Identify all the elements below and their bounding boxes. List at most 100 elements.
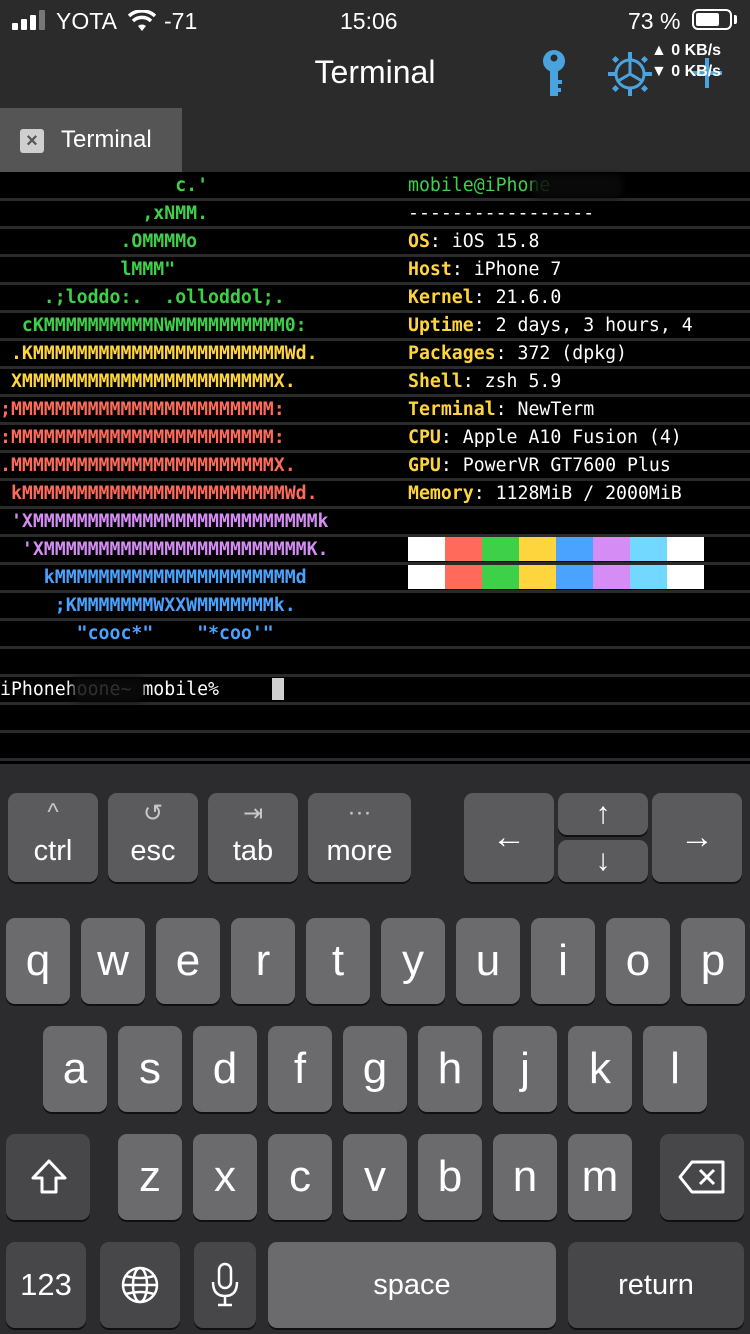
key-l[interactable]: l: [643, 1026, 707, 1112]
globe-icon: [121, 1266, 159, 1304]
redaction-blur: [72, 678, 144, 702]
key-u[interactable]: u: [456, 918, 520, 1004]
key-o[interactable]: o: [606, 918, 670, 1004]
space-key[interactable]: space: [268, 1242, 556, 1328]
info-key: Packages: [408, 343, 496, 364]
upload-speed: ▲ 0 KB/s: [651, 42, 722, 59]
ascii-logo-line: c.': [0, 175, 209, 196]
close-icon[interactable]: ×: [20, 129, 44, 153]
key-r[interactable]: r: [231, 918, 295, 1004]
key-e[interactable]: e: [156, 918, 220, 1004]
ctrl-key[interactable]: ^ ctrl: [8, 793, 98, 882]
delete-key[interactable]: [660, 1134, 744, 1220]
ellipsis-icon: ···: [347, 799, 372, 826]
return-key[interactable]: return: [568, 1242, 744, 1328]
ascii-logo-line: .;loddo:. .olloddol;.: [0, 287, 285, 308]
battery-percent: 73 %: [628, 8, 681, 34]
color-swatch: [408, 565, 445, 589]
ascii-logo-line: kMMMMMMMMMMMMMMMMMMMMMMMMWd.: [0, 483, 318, 504]
info-line: Host: iPhone 7: [408, 256, 561, 284]
tab-key[interactable]: ⇥ tab: [208, 793, 298, 882]
key-g[interactable]: g: [343, 1026, 407, 1112]
key-z[interactable]: z: [118, 1134, 182, 1220]
color-swatch: [593, 537, 630, 561]
info-line: Packages: 372 (dpkg): [408, 340, 627, 368]
info-value: : iOS 15.8: [429, 231, 540, 252]
key-x[interactable]: x: [193, 1134, 257, 1220]
dictation-key[interactable]: [194, 1242, 256, 1328]
separator-line: -----------------: [408, 203, 595, 224]
color-swatch: [482, 565, 519, 589]
info-value: : 1128MiB / 2000MiB: [473, 483, 682, 504]
key-d[interactable]: d: [193, 1026, 257, 1112]
gear-icon[interactable]: [606, 50, 654, 98]
key-icon[interactable]: [538, 48, 570, 100]
key-y[interactable]: y: [381, 918, 445, 1004]
ascii-logo-line: .OMMMMo: [0, 231, 198, 252]
info-key: Terminal: [408, 399, 496, 420]
key-i[interactable]: i: [531, 918, 595, 1004]
info-line: GPU: PowerVR GT7600 Plus: [408, 452, 671, 480]
color-swatch: [593, 565, 630, 589]
tab-strip: × Terminal: [0, 108, 750, 172]
info-key: Shell: [408, 371, 463, 392]
key-j[interactable]: j: [493, 1026, 557, 1112]
network-speed: ▲ 0 KB/s ▼ 0 KB/s: [651, 40, 721, 82]
down-arrow-key[interactable]: ↓: [558, 840, 648, 882]
shift-key[interactable]: [6, 1134, 90, 1220]
info-line: Memory: 1128MiB / 2000MiB: [408, 480, 682, 508]
download-speed: ▼ 0 KB/s: [651, 63, 722, 80]
terminal-output[interactable]: c.' ,xNMM. .OMMMMo lMMM" .;loddo:. .ollo…: [0, 172, 750, 764]
info-key: Host: [408, 259, 452, 280]
info-key: Kernel: [408, 287, 474, 308]
carrier-name: YOTA: [56, 8, 117, 34]
key-w[interactable]: w: [81, 918, 145, 1004]
ascii-logo-line: "cooc*" "*coo'": [0, 623, 274, 644]
tab-terminal[interactable]: × Terminal: [0, 108, 182, 172]
key-c[interactable]: c: [268, 1134, 332, 1220]
key-n[interactable]: n: [493, 1134, 557, 1220]
color-swatch: [519, 537, 556, 561]
up-arrow-key[interactable]: ↑: [558, 793, 648, 835]
key-v[interactable]: v: [343, 1134, 407, 1220]
key-k[interactable]: k: [568, 1026, 632, 1112]
key-m[interactable]: m: [568, 1134, 632, 1220]
globe-key[interactable]: [100, 1242, 180, 1328]
key-b[interactable]: b: [418, 1134, 482, 1220]
clock: 15:06: [340, 8, 398, 34]
ascii-logo-line: .MMMMMMMMMMMMMMMMMMMMMMMMX.: [0, 455, 296, 476]
key-t[interactable]: t: [306, 918, 370, 1004]
left-arrow-key[interactable]: ←: [464, 793, 554, 882]
keyboard: ^ ctrl ↺ esc ⇥ tab ··· more ← ↑ ↓ → qwer…: [0, 764, 750, 1334]
key-f[interactable]: f: [268, 1026, 332, 1112]
right-arrow-key[interactable]: →: [652, 793, 742, 882]
ascii-logo-line: .KMMMMMMMMMMMMMMMMMMMMMMMWd.: [0, 343, 318, 364]
info-line: CPU: Apple A10 Fusion (4): [408, 424, 682, 452]
color-swatch: [445, 565, 482, 589]
info-value: : iPhone 7: [451, 259, 562, 280]
info-value: : 372 (dpkg): [495, 343, 628, 364]
color-swatch: [556, 565, 593, 589]
info-line: OS: iOS 15.8: [408, 228, 539, 256]
info-value: : Apple A10 Fusion (4): [440, 427, 682, 448]
info-key: OS: [408, 231, 430, 252]
tab-arrow-icon: ⇥: [242, 800, 264, 827]
numbers-key[interactable]: 123: [6, 1242, 86, 1328]
color-swatch: [408, 537, 445, 561]
info-key: Uptime: [408, 315, 474, 336]
ascii-logo-line: ;KMMMMMMMWXXWMMMMMMMk.: [0, 595, 296, 616]
key-q[interactable]: q: [6, 918, 70, 1004]
key-h[interactable]: h: [418, 1026, 482, 1112]
ascii-logo-line: ,xNMM.: [0, 203, 209, 224]
key-a[interactable]: a: [43, 1026, 107, 1112]
text-cursor: [272, 678, 284, 700]
ascii-logo-line: 'XMMMMMMMMMMMMMMMMMMMMMMMMK.: [0, 539, 329, 560]
info-line: Uptime: 2 days, 3 hours, 4: [408, 312, 693, 340]
microphone-icon: [211, 1262, 239, 1307]
key-s[interactable]: s: [118, 1026, 182, 1112]
color-swatch: [556, 537, 593, 561]
esc-key[interactable]: ↺ esc: [108, 793, 198, 882]
more-key[interactable]: ··· more: [308, 793, 411, 882]
key-p[interactable]: p: [681, 918, 745, 1004]
color-swatch: [630, 565, 667, 589]
